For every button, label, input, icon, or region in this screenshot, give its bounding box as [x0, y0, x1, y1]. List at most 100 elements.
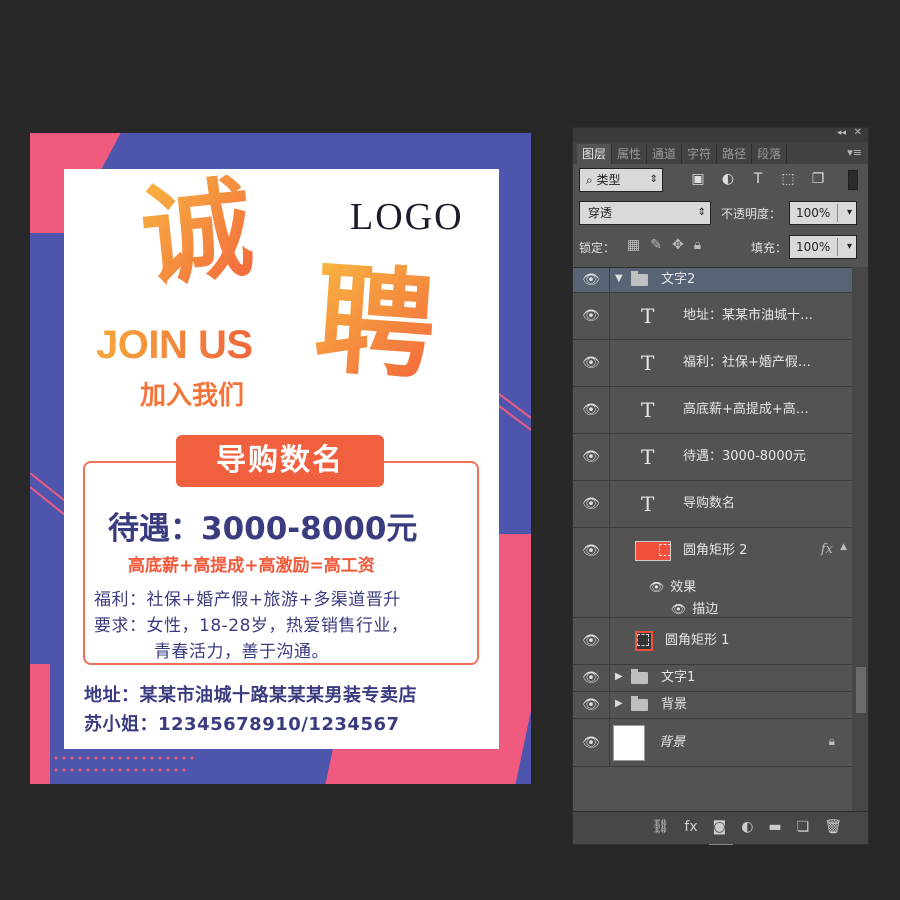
blend-mode-select[interactable]: 穿透 ⇕ [579, 201, 711, 225]
tab-layers[interactable]: 图层 [577, 144, 613, 164]
layer-name: 背景 [659, 734, 686, 750]
tab-properties[interactable]: 属性 [612, 144, 648, 164]
effects-label: 效果 [670, 580, 697, 595]
filter-kind-select[interactable]: ⌕ 类型 ⇕ [579, 168, 663, 192]
eye-icon[interactable]: 👁︎ [581, 543, 601, 559]
requirements-line-1: 要求：女性，18-28岁，热爱销售行业， [94, 616, 409, 636]
dropdown-arrow-icon[interactable]: ▾ [847, 202, 852, 224]
new-layer-icon[interactable]: ❏ [797, 819, 810, 835]
tab-paragraph[interactable]: 段落 [752, 144, 788, 164]
type-layer-icon: T [641, 351, 655, 375]
layer-group-text1[interactable]: 👁︎ ▶ 文字1 [573, 665, 853, 692]
eye-icon[interactable]: 👁︎ [581, 633, 601, 649]
layer-text-slogan[interactable]: 👁︎ T 高底薪+高提成+高… [573, 387, 853, 434]
eye-icon[interactable]: 👁︎ [581, 402, 601, 418]
shape-filter-icon[interactable]: ⬚ [779, 170, 797, 188]
trash-icon[interactable]: 🗑︎ [824, 819, 842, 835]
expand-triangle-icon[interactable]: ▼ [615, 273, 623, 284]
eye-icon[interactable]: 👁︎ [581, 697, 601, 713]
filter-icons: ▣ ◐ T ⬚ ❐ [689, 170, 827, 188]
title-char-pin: 聘 [310, 247, 440, 398]
tab-channels[interactable]: 通道 [647, 144, 683, 164]
lock-icon: 🔒︎ [828, 734, 835, 748]
collapse-effects-icon[interactable]: ▲ [840, 542, 847, 552]
smart-object-filter-icon[interactable]: ❐ [809, 170, 827, 188]
add-mask-icon[interactable]: ◙ [713, 819, 727, 835]
divider [609, 618, 610, 664]
blend-row: 穿透 ⇕ 不透明度： 100% ▾ [579, 201, 864, 227]
opacity-label: 不透明度： [721, 207, 782, 221]
resize-grip[interactable] [708, 844, 733, 847]
divider [609, 293, 610, 339]
panel-titlebar: ◂◂ ✕ [573, 127, 868, 142]
layer-group-background[interactable]: 👁︎ ▶ 背景 [573, 692, 853, 719]
layer-name: 圆角矩形 1 [665, 633, 730, 648]
layer-text-position[interactable]: 👁︎ T 导购数名 [573, 481, 853, 528]
effects-row[interactable]: 👁︎ 效果 [649, 576, 696, 595]
eye-icon[interactable]: 👁︎ [649, 580, 664, 594]
layer-group-text2[interactable]: 👁︎ ▼ 文字2 [573, 268, 853, 293]
eye-icon[interactable]: 👁︎ [671, 602, 686, 616]
type-filter-icon[interactable]: T [749, 170, 767, 188]
layer-background[interactable]: 👁︎ 背景 🔒︎ [573, 719, 853, 767]
folder-icon [631, 669, 648, 684]
blend-mode-value: 穿透 [588, 206, 613, 220]
layer-rounded-rect-1[interactable]: 👁︎ 圆角矩形 1 [573, 618, 853, 665]
fill-value: 100% [796, 240, 831, 254]
eye-icon[interactable]: 👁︎ [581, 670, 601, 686]
stroke-effect-label: 描边 [692, 602, 719, 617]
add-style-icon[interactable]: fx [684, 819, 697, 835]
layers-scrollbar[interactable] [852, 267, 868, 811]
divider [609, 340, 610, 386]
layer-text-address[interactable]: 👁︎ T 地址：某某市油城十… [573, 293, 853, 340]
layer-name: 背景 [661, 697, 688, 712]
dropdown-arrow-icon[interactable]: ▾ [847, 236, 852, 258]
lock-position-icon[interactable]: ✥ [672, 237, 684, 253]
eye-icon[interactable]: 👁︎ [581, 496, 601, 512]
search-icon: ⌕ [586, 173, 597, 187]
eye-icon[interactable]: 👁︎ [581, 449, 601, 465]
footer-icons: ⛓ fx ◙ ◐ ▬ ❏ 🗑︎ [652, 819, 842, 835]
tab-character[interactable]: 字符 [682, 144, 718, 164]
collapse-panel-icon[interactable]: ◂◂ [837, 128, 846, 138]
divider [609, 665, 610, 691]
eye-icon[interactable]: 👁︎ [581, 735, 601, 751]
filter-toggle-switch[interactable] [848, 170, 858, 190]
slogan-text: 高底薪+高提成+高激励=高工资 [128, 556, 375, 576]
scrollbar-thumb[interactable] [856, 667, 866, 713]
fill-field[interactable]: 100% ▾ [789, 235, 857, 259]
link-layers-icon[interactable]: ⛓ [652, 819, 670, 835]
layer-name: 待遇：3000-8000元 [683, 449, 806, 464]
lock-all-icon[interactable]: 🔒︎ [694, 237, 701, 253]
close-icon[interactable]: ✕ [854, 127, 862, 138]
new-group-icon[interactable]: ▬ [768, 819, 781, 835]
opacity-field[interactable]: 100% ▾ [789, 201, 857, 225]
expand-triangle-icon[interactable]: ▶ [615, 698, 623, 709]
layers-panel: ◂◂ ✕ 图层 属性 通道 字符 路径 段落 ▾≡ ⌕ 类型 ⇕ ▣ ◐ T ⬚… [572, 127, 869, 845]
lock-pixels-icon[interactable]: ✎ [650, 237, 662, 253]
eye-icon[interactable]: 👁︎ [581, 355, 601, 371]
panel-menu-icon[interactable]: ▾≡ [847, 146, 862, 159]
folder-icon [631, 696, 648, 711]
layer-text-benefits[interactable]: 👁︎ T 福利：社保+婚产假… [573, 340, 853, 387]
address-text: 地址：某某市油城十路某某某男装专卖店 [84, 685, 417, 706]
adjustment-filter-icon[interactable]: ◐ [719, 170, 737, 188]
title-char-cheng: 诚 [135, 162, 259, 303]
lock-transparency-icon[interactable]: ▦ [627, 237, 640, 253]
requirements-line-2: 青春活力，善于沟通。 [154, 642, 329, 662]
layer-text-salary[interactable]: 👁︎ T 待遇：3000-8000元 [573, 434, 853, 481]
layer-name: 文字2 [661, 272, 696, 287]
stroke-effect-row[interactable]: 👁︎ 描边 [671, 598, 718, 617]
fx-icon[interactable]: fx [821, 542, 833, 557]
eye-icon[interactable]: 👁︎ [581, 308, 601, 324]
layer-name: 导购数名 [683, 496, 736, 511]
divider [609, 481, 610, 527]
layer-rounded-rect-2[interactable]: 👁︎ 圆角矩形 2 fx ▲ 👁︎ 效果 👁︎ 描边 [573, 528, 853, 618]
new-adjustment-icon[interactable]: ◐ [741, 819, 753, 835]
expand-triangle-icon[interactable]: ▶ [615, 671, 623, 682]
image-filter-icon[interactable]: ▣ [689, 170, 707, 188]
lock-icons: ▦ ✎ ✥ 🔒︎ [627, 237, 701, 253]
tab-paths[interactable]: 路径 [717, 144, 753, 164]
eye-icon[interactable]: 👁︎ [581, 272, 601, 288]
layer-name: 高底薪+高提成+高… [683, 402, 809, 417]
